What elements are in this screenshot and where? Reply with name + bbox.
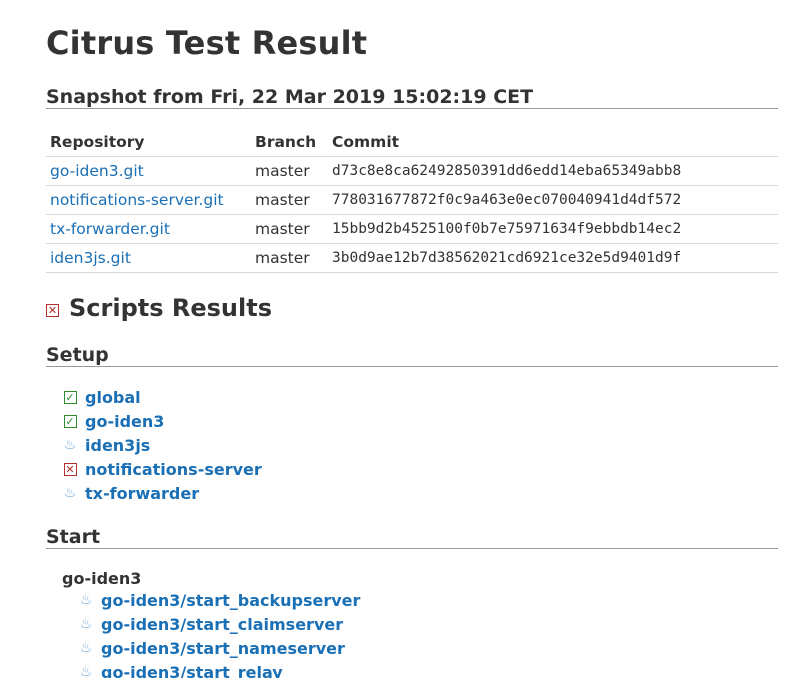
running-icon: ♨: [63, 485, 77, 501]
branch-cell: master: [251, 185, 328, 215]
scripts-results-heading: ✕ Scripts Results: [46, 294, 272, 322]
list-item: ✓ go-iden3: [62, 409, 262, 433]
script-link-tx-forwarder[interactable]: tx-forwarder: [85, 484, 199, 503]
start-heading: Start: [46, 526, 778, 549]
fail-icon: ✕: [63, 462, 77, 476]
list-item: ♨ go-iden3/start_relay: [78, 660, 360, 678]
page-title: Citrus Test Result: [46, 24, 368, 62]
setup-list: ✓ global ✓ go-iden3 ♨ iden3js ✕ notifica…: [62, 385, 262, 505]
branch-cell: master: [251, 214, 328, 244]
table-row: tx-forwarder.git master 15bb9d2b4525100f…: [46, 214, 778, 244]
script-link-start-nameserver[interactable]: go-iden3/start_nameserver: [101, 639, 345, 658]
script-link-start-backupserver[interactable]: go-iden3/start_backupserver: [101, 591, 360, 610]
branch-cell: master: [251, 156, 328, 186]
snapshot-heading: Snapshot from Fri, 22 Mar 2019 15:02:19 …: [46, 86, 778, 109]
commit-cell: 15bb9d2b4525100f0b7e75971634f9ebbdb14ec2: [328, 214, 778, 244]
setup-heading: Setup: [46, 344, 778, 367]
commit-cell: 778031677872f0c9a463e0ec070040941d4df572: [328, 185, 778, 215]
repo-link[interactable]: tx-forwarder.git: [50, 220, 170, 238]
script-link-go-iden3[interactable]: go-iden3: [85, 412, 164, 431]
script-link-notifications-server[interactable]: notifications-server: [85, 460, 262, 479]
repo-link[interactable]: iden3js.git: [50, 249, 131, 267]
scripts-results-label: Scripts Results: [69, 294, 272, 322]
header-branch: Branch: [251, 128, 328, 157]
start-list: ♨ go-iden3/start_backupserver ♨ go-iden3…: [78, 588, 361, 678]
running-icon: ♨: [79, 616, 93, 632]
list-item: ♨ go-iden3/start_backupserver: [78, 588, 361, 612]
script-link-start-claimserver[interactable]: go-iden3/start_claimserver: [101, 615, 343, 634]
check-icon: ✓: [63, 390, 77, 404]
commit-cell: 3b0d9ae12b7d38562021cd6921ce32e5d9401d9f: [328, 243, 778, 273]
repo-link[interactable]: notifications-server.git: [50, 191, 224, 209]
repository-table: Repository Branch Commit go-iden3.git ma…: [46, 128, 778, 273]
running-icon: ♨: [79, 640, 93, 656]
check-icon: ✓: [63, 414, 77, 428]
table-row: notifications-server.git master 77803167…: [46, 185, 778, 215]
running-icon: ♨: [79, 664, 93, 678]
list-item: ✕ notifications-server: [62, 457, 262, 481]
commit-cell: d73c8e8ca62492850391dd6edd14eba65349abb8: [328, 156, 778, 186]
script-link-iden3js[interactable]: iden3js: [85, 436, 150, 455]
list-item: ♨ tx-forwarder: [62, 481, 262, 505]
header-commit: Commit: [328, 128, 778, 157]
table-header-row: Repository Branch Commit: [46, 128, 778, 157]
running-icon: ♨: [63, 437, 77, 453]
repo-link[interactable]: go-iden3.git: [50, 162, 144, 180]
branch-cell: master: [251, 243, 328, 273]
script-link-start-relay[interactable]: go-iden3/start_relay: [101, 663, 283, 678]
list-item: ♨ iden3js: [62, 433, 262, 457]
header-repository: Repository: [46, 128, 251, 157]
script-link-global[interactable]: global: [85, 388, 141, 407]
group-label: go-iden3: [62, 569, 142, 588]
table-row: iden3js.git master 3b0d9ae12b7d38562021c…: [46, 243, 778, 273]
table-row: go-iden3.git master d73c8e8ca62492850391…: [46, 156, 778, 186]
list-item: ✓ global: [62, 385, 262, 409]
list-item: ♨ go-iden3/start_claimserver: [78, 612, 360, 636]
running-icon: ♨: [79, 592, 93, 608]
list-item: ♨ go-iden3/start_nameserver: [78, 636, 360, 660]
fail-icon: ✕: [46, 303, 59, 317]
